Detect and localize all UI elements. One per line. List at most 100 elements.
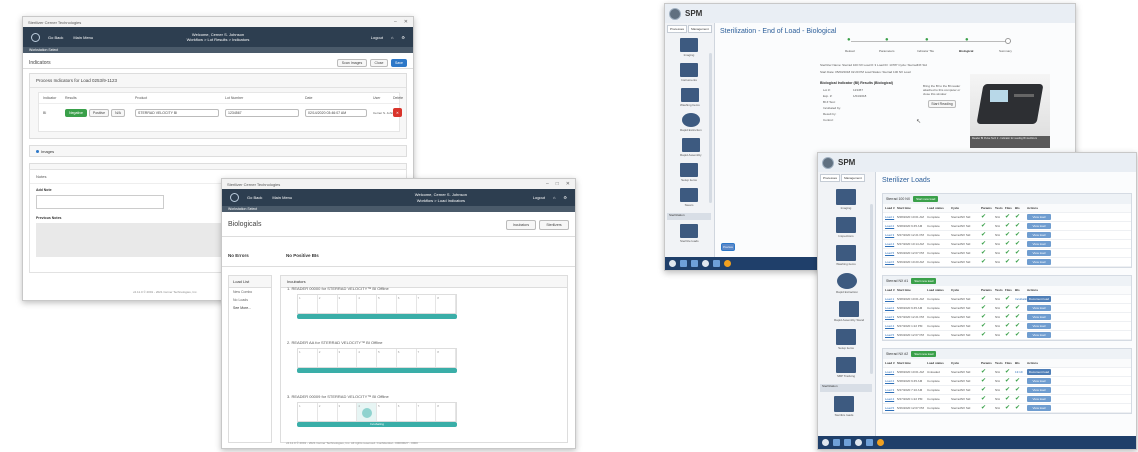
reader-well[interactable]: 6 [396,295,417,313]
reader-well[interactable]: 2 [317,403,338,421]
sidebar-item-setup[interactable]: Setup items [836,329,856,350]
go-back-link[interactable]: Go Back [247,195,262,200]
minimize-icon[interactable]: – [546,181,549,187]
start-new-load-button[interactable]: Start new load [913,196,939,202]
tab-processes[interactable]: Processes [667,25,688,33]
sidebar-item-imaging[interactable]: Imaging [836,189,856,210]
sidebar-scrollbar[interactable] [870,204,873,374]
folder-icon[interactable] [680,260,687,267]
main-menu-link[interactable]: Main Menu [73,35,93,40]
view-load-button[interactable]: View load [1027,387,1051,393]
positive-button[interactable]: Positive [89,108,109,117]
reader-well[interactable]: 2 [317,295,338,313]
sidebar-item-rapid-extinction[interactable]: Rapid Extinction [680,113,702,132]
sidebar-item-steam[interactable]: Steam [680,188,698,207]
go-back-link[interactable]: Go Back [48,35,63,40]
view-load-button[interactable]: View load [1027,378,1051,384]
browser-icon[interactable] [855,439,862,446]
close-button[interactable]: Close [370,58,388,67]
sidebar-item-rapid-assembly[interactable]: Rapid Assembly [680,138,702,157]
workstation-bar[interactable]: Workstation Select [222,206,575,212]
sidebar-item-sterilize-loads[interactable]: Sterilize loads [680,224,699,243]
load-link[interactable]: Load 3 [885,388,897,392]
sidebar-item-rapid-extraction[interactable]: Rapid Extraction [836,273,858,294]
document-load-button[interactable]: Document load [1027,369,1051,375]
reader-well[interactable]: 6 [396,403,417,421]
date-field[interactable]: 02/14/2020 03:46:07 AM [305,108,367,117]
maximize-icon[interactable]: □ [556,181,559,187]
reader-well[interactable]: 8 [436,295,456,313]
settings-icon[interactable]: ⚙ [563,195,567,200]
home-icon[interactable]: ⌂ [391,35,393,40]
load-link[interactable]: Load 5 [885,333,897,337]
view-load-button[interactable]: View load [1027,405,1051,411]
close-icon[interactable]: ✕ [566,181,570,187]
tab-management[interactable]: Management [841,174,865,182]
folder-icon[interactable] [833,439,840,446]
view-load-button[interactable]: View load [1027,305,1051,311]
load-link[interactable]: Load 5 [885,406,897,410]
save-button[interactable]: Save [391,58,407,67]
incubators-button[interactable]: Incubators [506,219,536,230]
media-icon[interactable] [844,439,851,446]
sterilizers-button[interactable]: Sterilizers [539,219,569,230]
view-load-button[interactable]: View load [1027,259,1051,265]
load-link[interactable]: Load 1 [885,215,897,219]
sidebar-item-washing[interactable]: Washing Items [680,88,700,107]
reader-well[interactable]: 6 [396,349,417,367]
load-link[interactable]: Load 4 [885,242,897,246]
tab-processes[interactable]: Processes [820,174,841,182]
sidebar-section-sterilization[interactable]: Sterilization [667,213,711,220]
home-icon[interactable]: ⌂ [553,195,555,200]
load-link[interactable]: Load 1 [885,297,897,301]
sidebar-item-imaging[interactable]: Imaging [680,38,698,57]
app-icon[interactable] [877,439,884,446]
reader-well[interactable]: 5 [377,403,397,421]
start-new-load-button[interactable]: Start new load [911,278,937,284]
reader-well[interactable]: 7 [416,295,437,313]
load-link[interactable]: Load 1 [885,370,897,374]
list-item[interactable]: New Combo [229,288,271,296]
negative-button[interactable]: Negative [65,108,87,117]
reader-well[interactable]: 3 [337,349,358,367]
reader-well[interactable]: 4 [357,295,377,313]
delete-button[interactable]: ✕ [393,108,402,117]
load-link[interactable]: Load 3 [885,233,897,237]
reader-well[interactable]: 8 [436,349,456,367]
reader-well[interactable]: 5 [377,295,397,313]
reader-well[interactable]: 1 [298,349,318,367]
explorer-icon[interactable] [713,260,720,267]
minimize-icon[interactable]: – [394,19,397,25]
sidebar-item-inspections[interactable]: Inspections [836,217,856,238]
logout-link[interactable]: Logout [533,195,545,200]
document-load-button[interactable]: Document load [1027,296,1051,302]
scan-images-button[interactable]: Scan Images [337,58,367,67]
start-new-load-button[interactable]: Start new load [911,351,937,357]
reader-well[interactable]: 4 [357,403,377,421]
view-load-button[interactable]: View load [1027,323,1051,329]
load-link[interactable]: Load 4 [885,397,897,401]
sidebar-item-washing[interactable]: Washing items [836,245,856,266]
reader-well[interactable]: 2 [317,349,338,367]
start-reading-button[interactable]: Start Reading [928,100,956,108]
sidebar-item-instruments[interactable]: Instruments [680,63,698,82]
start-icon[interactable] [822,439,829,446]
na-button[interactable]: N/A [111,108,125,117]
view-load-button[interactable]: View load [1027,214,1051,220]
view-load-button[interactable]: View load [1027,241,1051,247]
previous-button[interactable]: Previous [721,243,735,251]
reader-well[interactable]: 1 [298,403,318,421]
reader-well[interactable]: 7 [416,349,437,367]
start-icon[interactable] [669,260,676,267]
sidebar-section-sterilization[interactable]: Sterilization [820,384,872,392]
view-load-button[interactable]: View load [1027,232,1051,238]
images-panel[interactable]: Images [29,145,407,157]
load-link[interactable]: Load 5 [885,251,897,255]
product-select[interactable]: STERRAD VELOCITY BI [135,108,219,117]
browser-icon[interactable] [702,260,709,267]
sidebar-scrollbar[interactable] [709,53,712,203]
sidebar-item-sterilize-loads[interactable]: Sterilize loads [834,396,854,417]
add-note-textarea[interactable] [36,195,164,209]
see-more-link[interactable]: See More... [229,304,271,312]
reader-well[interactable]: 8 [436,403,456,421]
